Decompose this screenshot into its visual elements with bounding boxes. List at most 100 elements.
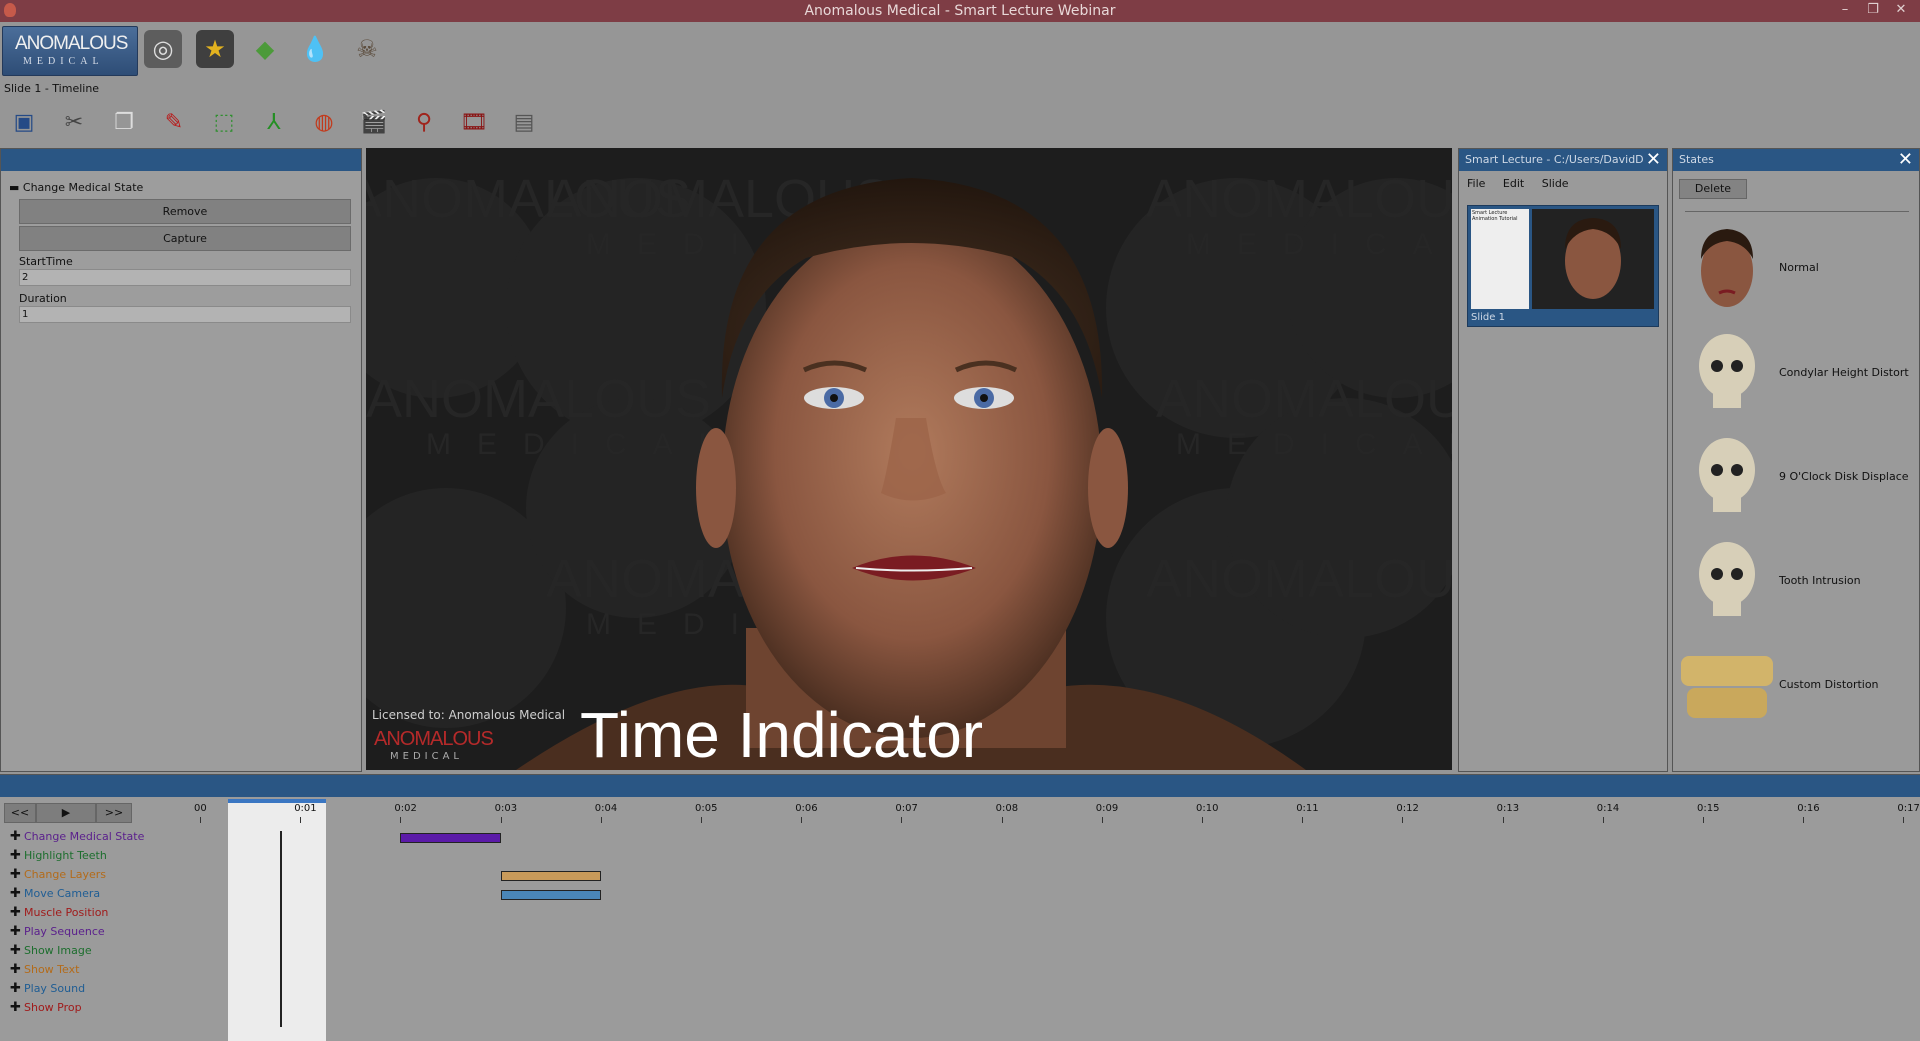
save-icon[interactable]: ▣: [6, 107, 42, 137]
add-selection-icon[interactable]: ⬚: [206, 107, 242, 137]
anomalous-medical-logo[interactable]: ANOMALOUS MEDICAL: [2, 26, 138, 76]
timeline-track[interactable]: ✚ Show Image: [10, 943, 92, 958]
restore-button[interactable]: ❐: [1860, 0, 1886, 22]
timeline-track[interactable]: ✚ Show Text: [10, 962, 79, 977]
skull-icon: [1699, 334, 1755, 408]
layers-icon[interactable]: ◆: [246, 30, 284, 68]
smart-lecture-title: Smart Lecture - C:/Users/DavidD: [1465, 153, 1644, 166]
menu-edit[interactable]: Edit: [1503, 177, 1524, 190]
delete-button[interactable]: Delete: [1679, 179, 1747, 199]
timeline-track[interactable]: ✚ Show Prop: [10, 1000, 82, 1015]
duration-label: Duration: [19, 292, 67, 305]
time-tick-mark: [500, 817, 502, 823]
logo-text: ANOMALOUS: [15, 33, 128, 54]
time-tick-label: 0:16: [1797, 803, 1820, 814]
3d-viewport[interactable]: ANOMALOUS ANOMALOUS ANOMALOUS MEDICAL ME…: [366, 148, 1452, 770]
timeline-track[interactable]: ✚ Muscle Position: [10, 905, 108, 920]
timeline-track[interactable]: ✚ Play Sound: [10, 981, 85, 996]
menu-file[interactable]: File: [1467, 177, 1485, 190]
fluid-drop-icon[interactable]: 💧: [296, 30, 334, 68]
time-tick-mark: [1001, 817, 1003, 823]
collapse-icon[interactable]: ▬: [9, 181, 19, 194]
timeline-track[interactable]: ✚ Play Sequence: [10, 924, 105, 939]
timeline-action-bar[interactable]: [500, 871, 601, 881]
slide-label: Slide 1: [1471, 312, 1505, 323]
duration-field[interactable]: 1: [19, 306, 351, 323]
state-item-tooth-intrusion[interactable]: Tooth Intrusion: [1677, 532, 1917, 632]
state-item-condylar[interactable]: Condylar Height Distort: [1677, 324, 1917, 424]
timeline-track[interactable]: ✚ Change Layers: [10, 867, 106, 882]
close-icon[interactable]: ✕: [1646, 150, 1661, 170]
skull-icon[interactable]: ☠: [348, 30, 386, 68]
time-tick-label: 00: [194, 803, 207, 814]
track-label: Move Camera: [24, 887, 101, 900]
playhead-line[interactable]: [280, 831, 282, 1027]
color-wheel-icon[interactable]: ◍: [306, 107, 342, 137]
section-header[interactable]: ▬ Change Medical State: [9, 181, 143, 194]
track-label: Show Image: [24, 944, 92, 957]
timeline-track[interactable]: ✚ Highlight Teeth: [10, 848, 107, 863]
add-action-icon[interactable]: ✚: [10, 943, 24, 958]
remove-button[interactable]: Remove: [19, 199, 351, 224]
divider: [1685, 211, 1909, 212]
start-time-field[interactable]: 2: [19, 269, 351, 286]
states-header: States ✕: [1673, 149, 1919, 171]
close-icon[interactable]: ✕: [1898, 150, 1913, 170]
cut-icon[interactable]: ✂: [56, 107, 92, 137]
anatomy-tasks-icon[interactable]: ◎: [144, 30, 182, 68]
timeline-action-bar[interactable]: [400, 833, 501, 843]
minimize-button[interactable]: –: [1832, 0, 1858, 22]
time-tick-mark: [1903, 817, 1905, 823]
axes-icon[interactable]: ⅄: [256, 107, 292, 137]
state-item-normal[interactable]: Normal: [1677, 219, 1917, 319]
time-indicator[interactable]: [228, 799, 326, 1041]
time-tick-mark: [1101, 817, 1103, 823]
track-label: Highlight Teeth: [24, 849, 107, 862]
add-action-icon[interactable]: ✚: [10, 848, 24, 863]
properties-icon[interactable]: ▤: [506, 107, 542, 137]
state-label: Custom Distortion: [1779, 678, 1879, 691]
time-indicator-caption: Time Indicator: [580, 699, 984, 770]
add-action-icon[interactable]: ✚: [10, 962, 24, 977]
rewind-button[interactable]: <<: [4, 803, 36, 823]
thumbnail-image: [1532, 209, 1654, 309]
slide-thumbnail[interactable]: Smart Lecture Animation Tutorial Slide 1: [1467, 205, 1659, 327]
track-label: Change Medical State: [24, 830, 145, 843]
eraser-icon[interactable]: ✎: [156, 107, 192, 137]
add-action-icon[interactable]: ✚: [10, 1000, 24, 1015]
time-tick-mark: [1402, 817, 1404, 823]
add-action-icon[interactable]: ✚: [10, 905, 24, 920]
time-tick-label: 0:03: [494, 803, 518, 814]
add-action-icon[interactable]: ✚: [10, 867, 24, 882]
copy-icon[interactable]: ❐: [106, 107, 142, 137]
time-tick-mark: [200, 817, 201, 823]
timeline-track[interactable]: ✚ Move Camera: [10, 886, 100, 901]
add-action-icon[interactable]: ✚: [10, 981, 24, 996]
time-tick-mark: [901, 817, 903, 823]
time-tick-mark: [600, 817, 602, 823]
film-icon[interactable]: 🎞: [456, 107, 492, 137]
time-tick-label: 0:02: [394, 803, 417, 814]
time-tick-label: 0:06: [795, 803, 818, 814]
capture-button[interactable]: Capture: [19, 226, 351, 251]
track-label: Muscle Position: [24, 906, 109, 919]
add-action-icon[interactable]: ✚: [10, 829, 24, 844]
state-label: Condylar Height Distort: [1779, 366, 1909, 379]
add-action-icon[interactable]: ✚: [10, 886, 24, 901]
menu-slide[interactable]: Slide: [1542, 177, 1569, 190]
add-action-icon[interactable]: ✚: [10, 924, 24, 939]
play-button[interactable]: ▶: [36, 803, 96, 823]
timeline-track[interactable]: ✚ Change Medical State: [10, 829, 144, 844]
smart-lecture-panel: Smart Lecture - C:/Users/DavidD ✕ File E…: [1458, 148, 1668, 772]
state-item-custom-distortion[interactable]: Custom Distortion: [1677, 636, 1917, 736]
properties-panel: ▬ Change Medical State Remove Capture St…: [0, 148, 362, 772]
close-window-button[interactable]: ✕: [1888, 0, 1914, 22]
favorites-star-icon[interactable]: ★: [196, 30, 234, 68]
marker-icon[interactable]: ⚲: [406, 107, 442, 137]
forward-button[interactable]: >>: [96, 803, 132, 823]
timeline-action-bar[interactable]: [500, 890, 601, 900]
state-item-disk-displace[interactable]: 9 O'Clock Disk Displace: [1677, 428, 1917, 528]
time-tick-label: 0:10: [1196, 803, 1219, 814]
clapperboard-icon[interactable]: 🎬: [356, 107, 392, 137]
face-icon: [1701, 229, 1753, 307]
